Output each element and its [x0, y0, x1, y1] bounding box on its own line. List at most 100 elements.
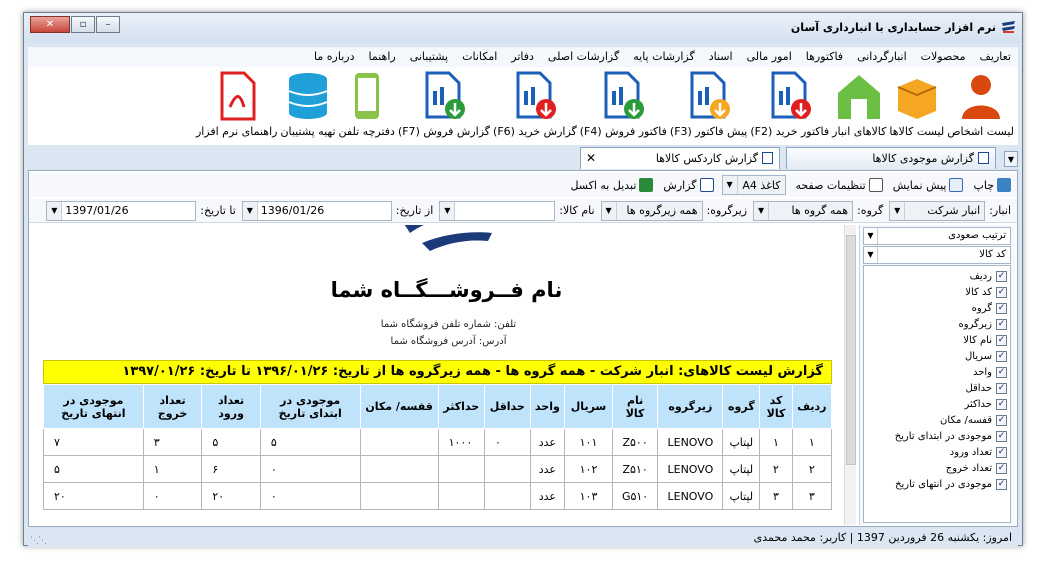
column-checkbox[interactable]: ✓ تعداد ورود — [864, 444, 1010, 460]
tab-inventory-report[interactable]: گزارش موجودی کالاها — [786, 147, 996, 169]
column-header: تعداد خروج — [142, 384, 203, 429]
paper-size-select[interactable]: کاغذ A4 ▼ — [721, 175, 786, 195]
ribbon-button-purchase-invoice[interactable]: فاکتور خرید (F2) — [750, 67, 829, 145]
column-checkbox[interactable]: ✓ ردیف — [864, 268, 1010, 284]
table-cell: ۲ — [759, 455, 793, 483]
menu-item[interactable]: انبارگردانی — [850, 47, 914, 63]
from-date-field[interactable]: 1396/01/26 ▼ — [241, 200, 392, 221]
ribbon-button-box[interactable]: لیست کالاها — [889, 67, 944, 145]
shop-logo-icon — [404, 225, 492, 251]
checkbox-checked-icon: ✓ — [996, 398, 1007, 410]
column-checkbox[interactable]: ✓ سریال — [864, 348, 1010, 364]
table-cell — [483, 482, 531, 510]
table-cell: Z۵۰۰ — [611, 428, 659, 456]
excel-export-button[interactable]: تبدیل به اکسل — [570, 178, 654, 192]
report-button[interactable]: گزارش — [663, 178, 714, 192]
checkbox-checked-icon: ✓ — [996, 414, 1007, 426]
table-cell: ۲۰ — [201, 482, 261, 510]
report-scrollbar[interactable] — [844, 225, 856, 525]
print-button[interactable]: چاپ — [973, 178, 1011, 192]
report-icon — [762, 152, 773, 164]
menu-item[interactable]: اسناد — [702, 47, 740, 63]
close-tab-icon[interactable]: ✕ — [586, 151, 596, 165]
report-table: ردیف کد کالا گروه زیرگروه نام کالا سریال واحد ح… — [43, 384, 833, 510]
column-checkbox[interactable]: ✓ زیرگروه — [864, 316, 1010, 332]
table-cell: ۵ — [201, 428, 261, 456]
shop-address: آدرس: آدرس فروشگاه شما — [390, 336, 507, 347]
maximize-button[interactable]: ▫ — [71, 16, 95, 33]
report-icon — [978, 152, 989, 164]
sort-order-select[interactable]: ترتیب صعودی ▼ — [863, 227, 1011, 245]
close-button[interactable]: ✕ — [30, 16, 70, 33]
tab-kardex-report[interactable]: گزارش کاردکس کالاها ✕ — [580, 147, 780, 169]
menu-item[interactable]: فاکتورها — [799, 47, 850, 63]
menu-item[interactable]: پشتیبانی — [403, 47, 455, 63]
checkbox-checked-icon: ✓ — [996, 334, 1007, 346]
warehouse-icon — [838, 75, 881, 119]
tabs-dropdown-button[interactable]: ▼ — [1004, 151, 1018, 167]
page-settings-button[interactable]: تنظیمات صفحه — [796, 178, 883, 192]
table-cell: عدد — [529, 428, 566, 456]
resize-grip-icon[interactable]: ⋰⋰ — [30, 536, 47, 546]
ribbon-button-phone[interactable]: دفترچه تلفن — [339, 67, 395, 145]
status-bar: امروز: یکشنبه 26 فروردین 1397 | کاربر: م… — [28, 529, 1018, 547]
menu-item[interactable]: امکانات — [455, 47, 504, 63]
ribbon-button-purchase-report[interactable]: گزارش خرید (F6) — [493, 67, 577, 145]
column-checkbox[interactable]: ✓ تعداد خروج — [864, 460, 1010, 476]
ribbon-button-person[interactable]: لیست اشخاص — [947, 67, 1014, 145]
group-select[interactable]: همه گروه ها ▼ — [753, 200, 854, 221]
column-checkbox[interactable]: ✓ حداقل — [864, 380, 1010, 396]
sales-invoice-icon — [604, 71, 645, 119]
menu-item[interactable]: گزارشات پایه — [626, 47, 701, 63]
table-cell: ۳ — [759, 482, 793, 510]
menu-item[interactable]: گزارشات اصلی — [541, 47, 626, 63]
ribbon-button-proforma[interactable]: پیش فاکتور (F3) — [670, 67, 747, 145]
column-header: ردیف — [791, 384, 833, 429]
subgroup-select[interactable]: همه زیرگروه ها ▼ — [600, 200, 703, 221]
table-row: ۲ ۲ لپتاپ LENOVO Z۵۱۰ ۱۰۲ عدد ۰ ۶ ۱ ۵ — [43, 455, 833, 483]
checkbox-checked-icon: ✓ — [996, 430, 1007, 442]
scrollbar-thumb[interactable] — [846, 235, 856, 465]
column-checkbox[interactable]: ✓ قفسه/ مکان — [864, 412, 1010, 428]
chevron-down-icon: ▼ — [864, 228, 878, 244]
menu-item[interactable]: درباره ما — [307, 47, 361, 63]
window-title: نرم افزار حسابداری با انبارداری آسان — [790, 21, 996, 34]
sort-field-select[interactable]: کد کالا ▼ — [863, 246, 1011, 264]
table-cell: ۱۰۱ — [564, 428, 613, 456]
menu-item[interactable]: امور مالی — [740, 47, 799, 63]
menu-item[interactable]: راهنما — [362, 47, 403, 63]
column-checkbox[interactable]: ✓ واحد — [864, 364, 1010, 380]
column-checkbox[interactable]: ✓ موجودی در ابتدای تاریخ — [864, 428, 1010, 444]
menu-item[interactable]: دفاتر — [504, 47, 541, 63]
table-cell: ۱۰۰۰ — [437, 428, 485, 456]
column-header: نام کالا — [611, 384, 659, 429]
menu-item[interactable]: تعاریف — [973, 47, 1018, 63]
column-checkbox[interactable]: ✓ گروه — [864, 300, 1010, 316]
preview-button[interactable]: پیش نمایش — [893, 178, 964, 192]
table-cell: ۳ — [142, 428, 203, 456]
table-cell: ۱۰۲ — [564, 455, 613, 483]
title-bar: ✕ ▫ – نرم افزار حسابداری با انبارداری آس… — [24, 13, 1022, 43]
table-cell: ۱ — [759, 428, 793, 456]
table-cell: LENOVO — [657, 482, 724, 510]
column-checkbox[interactable]: ✓ حداکثر — [864, 396, 1010, 412]
ribbon-button-database[interactable]: تهیه پشتیبان — [280, 67, 336, 145]
ribbon-button-sales-report[interactable]: گزارش فروش (F7) — [398, 67, 490, 145]
ribbon-button-warehouse[interactable]: کالاهای انبار — [832, 67, 886, 145]
to-date-field[interactable]: 1397/01/26 ▼ — [46, 200, 197, 221]
column-header: قفسه/ مکان — [359, 384, 439, 429]
minimize-button[interactable]: – — [96, 16, 120, 33]
menu-item[interactable]: محصولات — [914, 47, 973, 63]
report-icon — [699, 178, 714, 192]
column-checkbox[interactable]: ✓ کد کالا — [864, 284, 1010, 300]
ribbon-button-sales-invoice[interactable]: فاکتور فروش (F4) — [580, 67, 667, 145]
ribbon-button-pdf[interactable]: راهنمای نرم افزار — [196, 67, 277, 145]
column-checkbox[interactable]: ✓ نام کالا — [864, 332, 1010, 348]
column-checkbox[interactable]: ✓ موجودی در انتهای تاریخ — [864, 476, 1010, 492]
table-cell — [437, 455, 485, 483]
chevron-down-icon: ▼ — [47, 201, 63, 220]
product-select[interactable]: ▼ — [439, 200, 556, 221]
table-cell: ۵ — [43, 455, 144, 483]
warehouse-select[interactable]: انبار شرکت ▼ — [889, 200, 986, 221]
chevron-down-icon: ▼ — [722, 176, 738, 194]
